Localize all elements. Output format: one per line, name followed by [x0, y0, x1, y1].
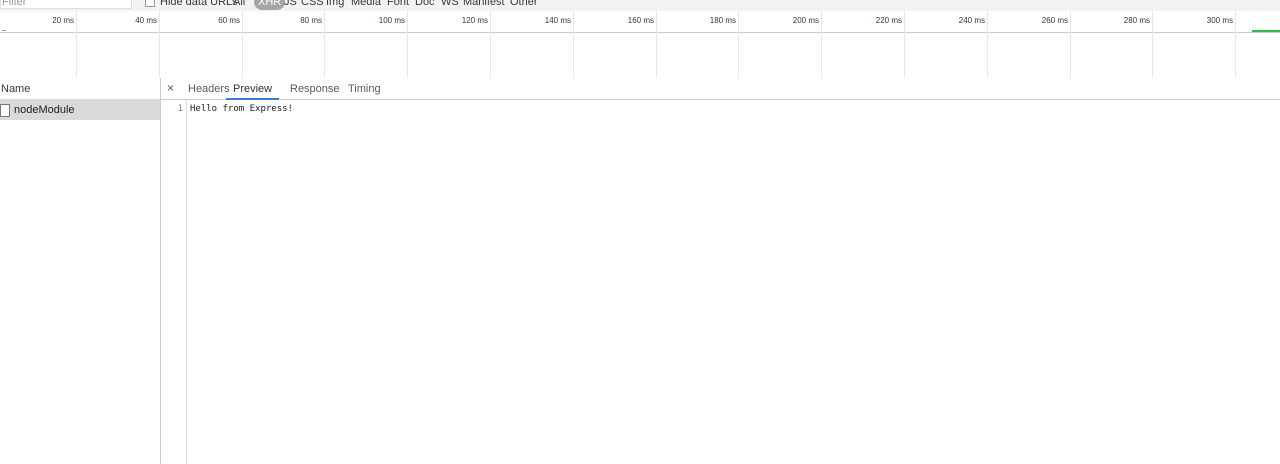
filter-toolbar: Filter Hide data URLs All XHR JS CSS Img… [0, 0, 1280, 11]
tab-headers[interactable]: Headers [188, 78, 230, 99]
timeline-tick-label: 20 ms [52, 16, 74, 25]
timeline-gridline [1235, 11, 1236, 78]
timeline-tick-label: 260 ms [1041, 16, 1068, 25]
request-timing-bar [1252, 30, 1280, 32]
timeline-gridline [490, 11, 491, 78]
timeline-tick-label: 200 ms [792, 16, 819, 25]
timeline-gridline [407, 11, 408, 78]
timeline-tick-label: 180 ms [709, 16, 736, 25]
timeline-tick-label: 280 ms [1123, 16, 1150, 25]
hide-data-urls-label: Hide data URLs [160, 0, 238, 8]
type-filter-css[interactable]: CSS [301, 0, 324, 10]
request-name: nodeModule [14, 104, 75, 116]
hide-data-urls-checkbox[interactable]: Hide data URLs [145, 0, 238, 10]
timeline-overview[interactable] [0, 33, 1280, 79]
timeline-gridline [987, 11, 988, 78]
timeline-gridline [904, 11, 905, 78]
timeline-tick-label: 140 ms [544, 16, 571, 25]
request-row[interactable]: nodeModule [0, 100, 160, 120]
line-number-gutter: 1 [161, 100, 187, 464]
timeline-start-marker [2, 30, 6, 31]
type-filter-doc[interactable]: Doc [415, 0, 435, 10]
timeline-gridline [1070, 11, 1071, 78]
timeline-tick-label: 300 ms [1206, 16, 1233, 25]
timeline-gridline [76, 11, 77, 78]
type-filter-media[interactable]: Media [351, 0, 381, 10]
timeline-gridline [324, 11, 325, 78]
type-filter-js[interactable]: JS [284, 0, 297, 10]
timeline-tick-label: 100 ms [378, 16, 405, 25]
timeline-gridline [573, 11, 574, 78]
timeline-tick-label: 40 ms [135, 16, 157, 25]
timeline-tick-label: 240 ms [958, 16, 985, 25]
type-filter-xhr[interactable]: XHR [254, 0, 286, 10]
checkbox-icon[interactable] [145, 0, 155, 8]
timeline-gridline [656, 11, 657, 78]
type-filter-font[interactable]: Font [387, 0, 409, 10]
type-filter-all[interactable]: All [233, 0, 245, 10]
tab-preview[interactable]: Preview [226, 78, 280, 100]
filter-input[interactable]: Filter [0, 0, 132, 9]
timeline-tick-label: 80 ms [300, 16, 322, 25]
timeline-gridline [159, 11, 160, 78]
type-filter-img[interactable]: Img [326, 0, 344, 10]
type-filter-other[interactable]: Other [510, 0, 538, 10]
close-icon[interactable]: × [167, 81, 174, 95]
timeline-tick-label: 120 ms [461, 16, 488, 25]
timeline-gridline [242, 11, 243, 78]
line-number: 1 [177, 104, 183, 114]
timeline-gridline [738, 11, 739, 78]
tab-timing[interactable]: Timing [348, 78, 381, 99]
timeline-tick-label: 160 ms [627, 16, 654, 25]
detail-tabbar: × Headers Preview Response Timing [161, 78, 1280, 100]
timeline-tick-label: 220 ms [875, 16, 902, 25]
timeline-gridline [821, 11, 822, 78]
file-icon [0, 104, 10, 117]
type-filter-manifest[interactable]: Manifest [463, 0, 505, 10]
tab-response[interactable]: Response [290, 78, 340, 99]
type-filter-ws[interactable]: WS [441, 0, 459, 10]
preview-content: Hello from Express! [190, 104, 293, 114]
timeline-tick-label: 60 ms [218, 16, 240, 25]
name-column-header[interactable]: Name [0, 78, 160, 100]
timeline-gridline [1152, 11, 1153, 78]
